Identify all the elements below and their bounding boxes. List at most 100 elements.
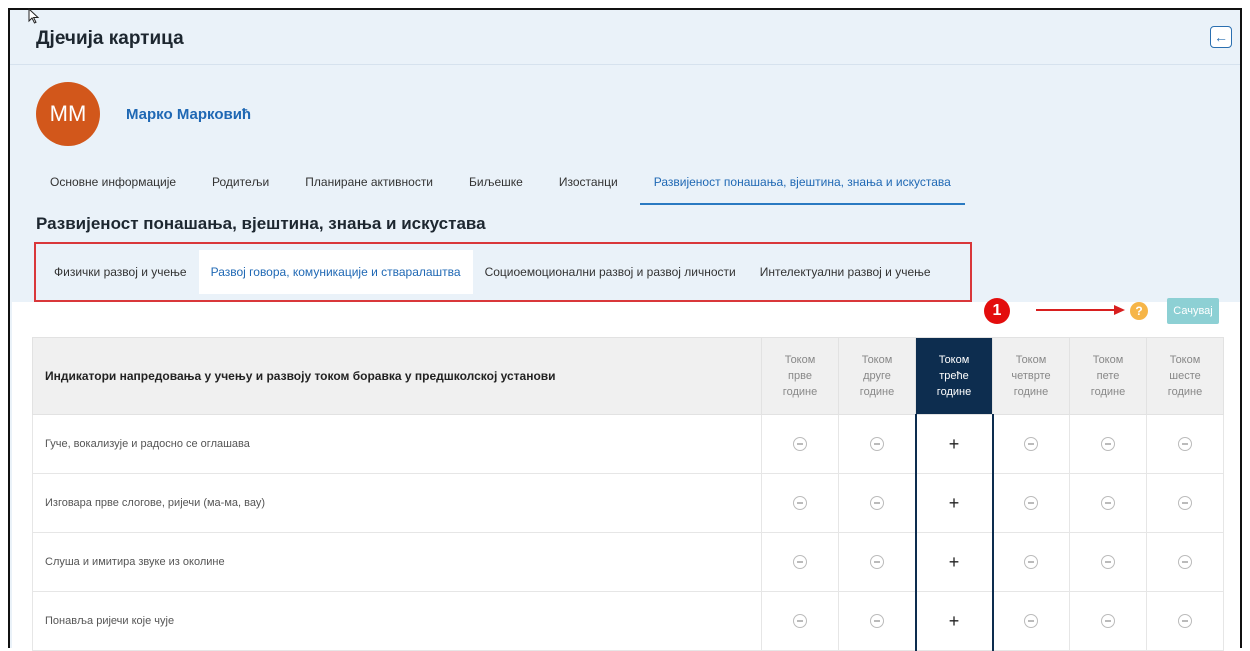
help-icon[interactable]: ? <box>1130 302 1148 320</box>
indicator-cell: Гуче, вокализује и радосно се оглашава <box>32 414 762 474</box>
year-column-header: Током прве године <box>761 337 839 415</box>
tab-planned-activities[interactable]: Планиране активности <box>291 165 447 205</box>
annotation-marker: 1 <box>984 298 1010 324</box>
subtab-speech[interactable]: Развој говора, комуникације и стваралашт… <box>198 250 473 294</box>
year-mark-cell[interactable] <box>838 414 916 474</box>
minus-circle-icon <box>1178 614 1192 628</box>
year-mark-cell[interactable] <box>1146 473 1224 533</box>
year-header-line: године <box>1167 386 1203 398</box>
indicator-cell: Изговара прве слогове, ријечи (ма-ма, ва… <box>32 473 762 533</box>
subtab-socioemotional[interactable]: Социоемоционални развој и развој личност… <box>473 250 748 294</box>
year-mark-cell[interactable] <box>838 532 916 592</box>
year-column-header: Током друге године <box>838 337 916 415</box>
main-tabs: Основне информације Родитељи Планиране а… <box>36 165 973 205</box>
subtab-intellectual[interactable]: Интелектуални развој и учење <box>748 250 943 294</box>
minus-circle-icon <box>793 614 807 628</box>
year-column-header: Током четврте године <box>992 337 1070 415</box>
year-mark-cell[interactable] <box>1146 532 1224 592</box>
year-mark-cell[interactable] <box>761 473 839 533</box>
indicator-column-header: Индикатори напредовања у учењу и развоју… <box>32 337 762 415</box>
year-header-line: Током <box>784 354 816 366</box>
year-header-line: Током <box>1015 354 1047 366</box>
year-mark-cell[interactable] <box>1146 591 1224 651</box>
minus-circle-icon <box>793 496 807 510</box>
year-column-header: Током шесте године <box>1146 337 1224 415</box>
minus-circle-icon <box>1178 496 1192 510</box>
save-button[interactable]: Сачувај <box>1167 298 1219 324</box>
year-header-line: Током <box>1092 354 1124 366</box>
year-header-line: године <box>936 386 972 398</box>
year-mark-cell[interactable] <box>992 532 1070 592</box>
year-header-line: године <box>1013 386 1049 398</box>
minus-circle-icon <box>793 555 807 569</box>
table-row: Изговара прве слогове, ријечи (ма-ма, ва… <box>32 473 1224 533</box>
minus-circle-icon <box>793 437 807 451</box>
year-mark-cell[interactable] <box>992 414 1070 474</box>
minus-circle-icon <box>1024 437 1039 451</box>
year-header-line: друге <box>863 370 891 382</box>
plus-icon: + <box>948 610 960 631</box>
year-mark-cell[interactable]: + <box>914 591 994 651</box>
minus-circle-icon <box>869 555 884 569</box>
page-title: Дјечија картица <box>36 28 184 49</box>
year-mark-cell[interactable] <box>761 591 839 651</box>
minus-circle-icon <box>869 496 884 510</box>
year-mark-cell[interactable] <box>1069 532 1147 592</box>
year-column-header: Током пете године <box>1069 337 1147 415</box>
minus-circle-icon <box>869 614 884 628</box>
tab-development[interactable]: Развијеност понашања, вјештина, знања и … <box>639 165 965 205</box>
back-button[interactable]: ← <box>1210 26 1232 48</box>
minus-circle-icon <box>1101 437 1115 451</box>
year-mark-cell[interactable]: + <box>914 532 994 592</box>
year-header-line: треће <box>939 370 969 382</box>
minus-circle-icon <box>1101 614 1115 628</box>
year-mark-cell[interactable]: + <box>914 473 994 533</box>
year-mark-cell[interactable] <box>992 473 1070 533</box>
year-header-line: Током <box>861 354 893 366</box>
minus-circle-icon <box>1101 555 1115 569</box>
minus-circle-icon <box>1024 614 1039 628</box>
table-row: Понавља ријечи које чује + <box>32 591 1224 651</box>
table-header-row: Индикатори напредовања у учењу и развоју… <box>32 337 1224 415</box>
year-column-header: Током треће године <box>915 337 993 415</box>
avatar: ММ <box>36 82 100 146</box>
year-mark-cell[interactable] <box>1146 414 1224 474</box>
tab-absences[interactable]: Изостанци <box>545 165 632 205</box>
plus-icon: + <box>948 551 960 572</box>
table-row: Слуша и имитира звуке из околине + <box>32 532 1224 592</box>
year-mark-cell[interactable] <box>1069 473 1147 533</box>
arrow-left-icon: ← <box>1214 29 1228 45</box>
year-header-line: године <box>1090 386 1126 398</box>
year-mark-cell[interactable] <box>838 591 916 651</box>
indicators-table: Индикатори напредовања у учењу и развоју… <box>32 337 1224 651</box>
section-title: Развијеност понашања, вјештина, знања и … <box>36 214 486 233</box>
year-mark-cell[interactable] <box>838 473 916 533</box>
indicator-cell: Слуша и имитира звуке из околине <box>32 532 762 592</box>
mouse-cursor-icon <box>28 8 40 24</box>
subtab-physical[interactable]: Физички развој и учење <box>42 250 199 294</box>
plus-icon: + <box>948 492 960 513</box>
development-subtabs: Физички развој и учење Развој говора, ко… <box>34 242 972 302</box>
year-mark-cell[interactable] <box>761 414 839 474</box>
tab-notes[interactable]: Биљешке <box>455 165 537 205</box>
year-mark-cell[interactable] <box>992 591 1070 651</box>
minus-circle-icon <box>1178 437 1192 451</box>
header-divider <box>10 64 1240 65</box>
minus-circle-icon <box>1024 555 1039 569</box>
year-mark-cell[interactable]: + <box>914 414 994 474</box>
indicator-cell: Понавља ријечи које чује <box>32 591 762 651</box>
year-header-line: четврте <box>1011 370 1051 382</box>
minus-circle-icon <box>1178 555 1192 569</box>
annotation-arrow-icon <box>1036 305 1125 315</box>
year-mark-cell[interactable] <box>1069 591 1147 651</box>
tab-parents[interactable]: Родитељи <box>198 165 283 205</box>
table-row: Гуче, вокализује и радосно се оглашава + <box>32 414 1224 474</box>
tab-basic-info[interactable]: Основне информације <box>36 165 190 205</box>
year-header-line: пете <box>1096 370 1120 382</box>
minus-circle-icon <box>869 437 884 451</box>
child-name[interactable]: Марко Марковић <box>126 106 251 123</box>
year-header-line: године <box>782 386 818 398</box>
year-mark-cell[interactable] <box>761 532 839 592</box>
year-mark-cell[interactable] <box>1069 414 1147 474</box>
year-header-line: године <box>859 386 895 398</box>
